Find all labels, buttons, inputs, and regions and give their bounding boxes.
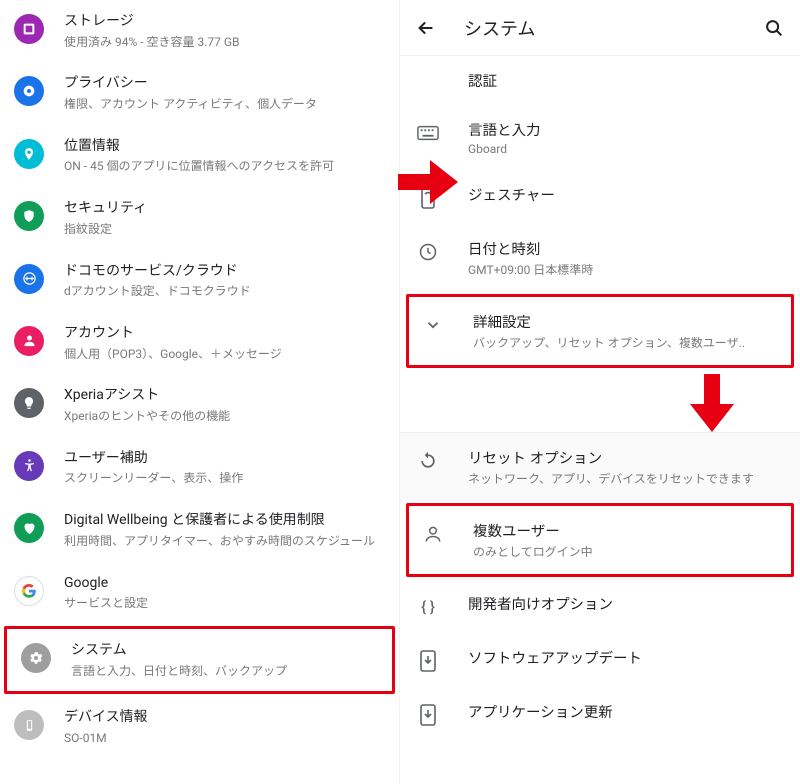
item-title: 日付と時刻 <box>468 238 784 259</box>
settings-item-accessibility[interactable]: ユーザー補助 スクリーンリーダー、表示、操作 <box>0 437 399 499</box>
settings-item-security[interactable]: セキュリティ 指紋設定 <box>0 187 399 249</box>
item-sub: Xperiaのヒントやその他の機能 <box>64 408 383 425</box>
accessibility-icon <box>14 451 44 481</box>
item-title: 認証 <box>468 70 784 91</box>
item-title: ソフトウェアアップデート <box>468 647 784 668</box>
system-item-software-update[interactable]: ソフトウェアアップデート <box>400 633 800 687</box>
system-item-advanced[interactable]: 詳細設定 バックアップ、リセット オプション、複数ユーザ.. <box>406 294 794 368</box>
item-sub: バックアップ、リセット オプション、複数ユーザ.. <box>473 334 775 351</box>
item-sub: GMT+09:00 日本標準時 <box>468 261 784 278</box>
settings-item-google[interactable]: Google サービスと設定 <box>0 562 399 624</box>
item-sub: Gboard <box>468 142 784 156</box>
item-title: 詳細設定 <box>473 311 775 332</box>
system-item-multiuser[interactable]: 複数ユーザー のみとしてログイン中 <box>406 503 794 577</box>
privacy-icon <box>14 76 44 106</box>
settings-item-accounts[interactable]: アカウント 個人用（POP3）、Google、＋メッセージ <box>0 312 399 374</box>
item-sub: ネットワーク、アプリ、デバイスをリセットできます <box>468 470 784 487</box>
settings-item-storage[interactable]: ストレージ 使用済み 94% - 空き容量 3.77 GB <box>0 0 399 62</box>
xperia-assist-icon <box>14 388 44 418</box>
item-sub: 利用時間、アプリタイマー、おやすみ時間のスケジュール <box>64 533 383 550</box>
item-title: 複数ユーザー <box>473 520 775 541</box>
location-icon <box>14 139 44 169</box>
keyboard-icon <box>416 121 440 145</box>
system-header: システム <box>400 0 800 56</box>
item-title: ユーザー補助 <box>64 449 383 469</box>
settings-item-device-info[interactable]: デバイス情報 SO-01M <box>0 696 399 758</box>
developer-icon: { } <box>416 595 440 619</box>
item-sub: 権限、アカウント アクティビティ、個人データ <box>64 96 383 113</box>
settings-item-system[interactable]: システム 言語と入力、日付と時刻、バックアップ <box>4 626 395 694</box>
accounts-icon <box>14 326 44 356</box>
docomo-icon <box>14 264 44 294</box>
item-title: Digital Wellbeing と保護者による使用制限 <box>64 511 383 531</box>
header-title: システム <box>464 15 760 41</box>
security-icon <box>14 201 44 231</box>
system-item-auth[interactable]: 認証 <box>400 56 800 105</box>
item-title: Google <box>64 574 383 594</box>
item-sub: 指紋設定 <box>64 221 383 238</box>
reset-icon <box>416 449 440 473</box>
item-title: セキュリティ <box>64 199 383 219</box>
system-item-app-update[interactable]: アプリケーション更新 <box>400 687 800 741</box>
device-info-icon <box>14 710 44 740</box>
user-icon <box>421 522 445 546</box>
software-update-icon <box>416 649 440 673</box>
item-title: デバイス情報 <box>64 708 383 728</box>
wellbeing-icon <box>14 513 44 543</box>
back-button[interactable] <box>412 14 440 42</box>
item-sub: スクリーンリーダー、表示、操作 <box>64 470 383 487</box>
google-icon <box>14 576 44 606</box>
item-sub: ON - 45 個のアプリに位置情報へのアクセスを許可 <box>64 158 383 175</box>
item-title: リセット オプション <box>468 447 784 468</box>
item-sub: 言語と入力、日付と時刻、バックアップ <box>71 663 376 680</box>
settings-item-docomo[interactable]: ドコモのサービス/クラウド dアカウント設定、ドコモクラウド <box>0 250 399 312</box>
system-item-developer[interactable]: { } 開発者向けオプション <box>400 579 800 633</box>
system-item-datetime[interactable]: 日付と時刻 GMT+09:00 日本標準時 <box>400 224 800 292</box>
settings-item-xperia-assist[interactable]: Xperiaアシスト Xperiaのヒントやその他の機能 <box>0 374 399 436</box>
item-sub: 個人用（POP3）、Google、＋メッセージ <box>64 346 383 363</box>
item-title: 開発者向けオプション <box>468 593 784 614</box>
storage-icon <box>14 14 44 44</box>
arrow-right-annotation <box>398 160 458 204</box>
clock-icon <box>416 240 440 264</box>
item-title: 言語と入力 <box>468 119 784 140</box>
item-sub: サービスと設定 <box>64 595 383 612</box>
item-title: システム <box>71 641 376 661</box>
item-title: アカウント <box>64 324 383 344</box>
app-update-icon <box>416 703 440 727</box>
item-title: 位置情報 <box>64 137 383 157</box>
settings-item-wellbeing[interactable]: Digital Wellbeing と保護者による使用制限 利用時間、アプリタイ… <box>0 499 399 561</box>
item-title: ストレージ <box>64 12 383 32</box>
settings-list-pane: ストレージ 使用済み 94% - 空き容量 3.77 GB プライバシー 権限、… <box>0 0 400 784</box>
item-title: ドコモのサービス/クラウド <box>64 262 383 282</box>
settings-item-privacy[interactable]: プライバシー 権限、アカウント アクティビティ、個人データ <box>0 62 399 124</box>
item-sub: dアカウント設定、ドコモクラウド <box>64 283 383 300</box>
item-sub: SO-01M <box>64 730 383 747</box>
system-settings-pane: システム 認証 言語と入力 Gboard ジェスチャー 日付と時刻 <box>400 0 800 784</box>
search-button[interactable] <box>760 14 788 42</box>
system-item-gestures[interactable]: ジェスチャー <box>400 170 800 224</box>
system-icon <box>21 643 51 673</box>
arrow-down-annotation <box>400 374 800 432</box>
system-item-reset[interactable]: リセット オプション ネットワーク、アプリ、デバイスをリセットできます <box>400 432 800 501</box>
settings-item-location[interactable]: 位置情報 ON - 45 個のアプリに位置情報へのアクセスを許可 <box>0 125 399 187</box>
item-title: ジェスチャー <box>468 184 784 205</box>
chevron-down-icon <box>421 313 445 337</box>
item-sub: 使用済み 94% - 空き容量 3.77 GB <box>64 34 383 51</box>
item-title: Xperiaアシスト <box>64 386 383 406</box>
system-item-language[interactable]: 言語と入力 Gboard <box>400 105 800 170</box>
item-sub: のみとしてログイン中 <box>473 543 775 560</box>
item-title: アプリケーション更新 <box>468 701 784 722</box>
item-title: プライバシー <box>64 74 383 94</box>
